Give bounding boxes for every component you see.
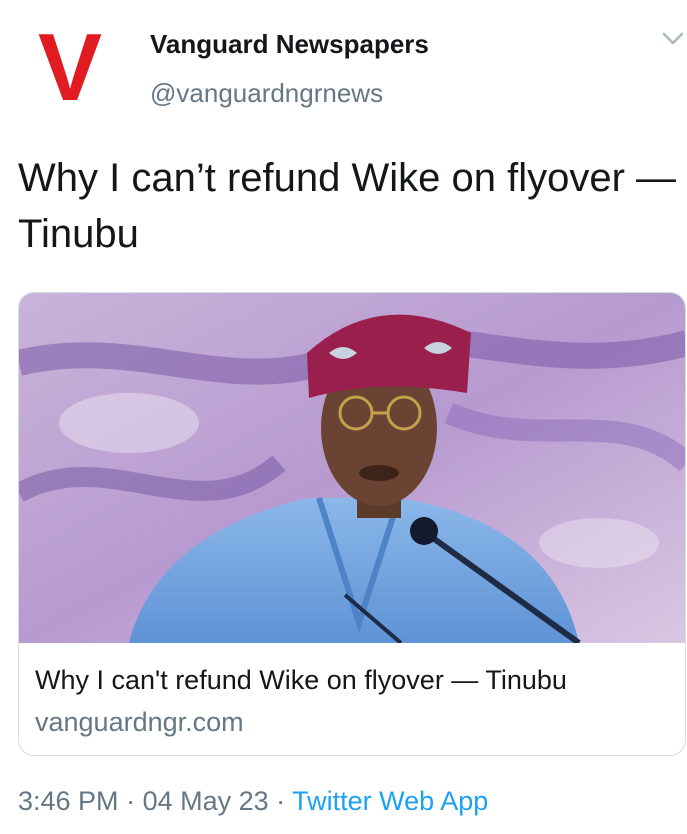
- tweet-source-app[interactable]: Twitter Web App: [292, 786, 488, 816]
- tweet-date[interactable]: 04 May 23: [143, 786, 269, 816]
- tweet-header: V Vanguard Newspapers @vanguardngrnews: [0, 0, 687, 120]
- card-title[interactable]: Why I can't refund Wike on flyover — Tin…: [35, 665, 567, 696]
- tweet-time[interactable]: 3:46 PM: [18, 786, 119, 816]
- vanguard-logo[interactable]: V: [28, 28, 112, 104]
- card-domain[interactable]: vanguardngr.com: [35, 707, 244, 738]
- author-names: Vanguard Newspapers @vanguardngrnews: [150, 27, 429, 110]
- meta-separator: ·: [268, 786, 293, 816]
- author-handle[interactable]: @vanguardngrnews: [150, 76, 429, 110]
- tweet-text: Why I can’t refund Wike on flyover — Tin…: [18, 156, 677, 256]
- tweet-meta: 3:46 PM · 04 May 23 · Twitter Web App: [18, 786, 488, 817]
- meta-separator: ·: [118, 786, 143, 816]
- chevron-down-icon[interactable]: [662, 32, 684, 46]
- card-image[interactable]: [19, 293, 686, 643]
- author-display-name[interactable]: Vanguard Newspapers: [150, 27, 429, 61]
- link-card[interactable]: Why I can't refund Wike on flyover — Tin…: [18, 292, 686, 756]
- logo-letter: V: [38, 28, 102, 104]
